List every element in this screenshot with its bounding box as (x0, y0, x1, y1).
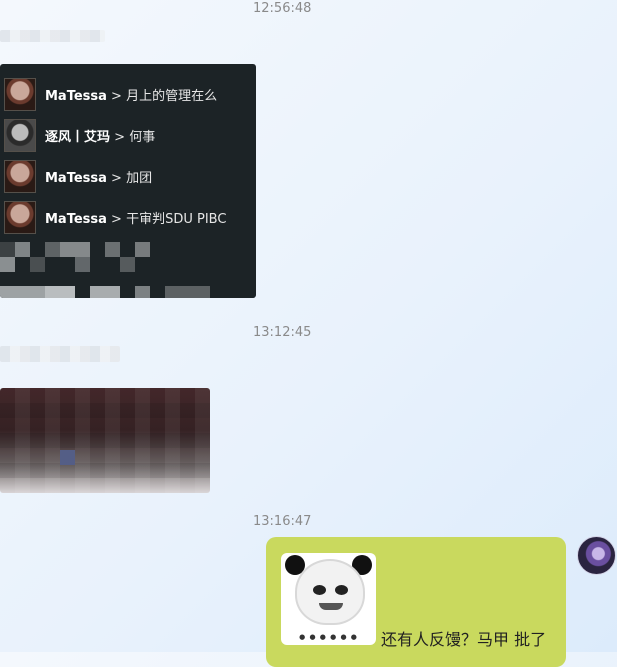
panda-meme-sticker[interactable]: ● ● ● ● ● ● (281, 553, 376, 645)
sticker-caption: ● ● ● ● ● ● (299, 633, 358, 641)
chat-message: 何事 (129, 129, 156, 145)
image-message-game-chat[interactable]: MaTessa > 月上的管理在么 逐风丨艾玛 > 何事 MaTessa > 加… (0, 64, 256, 298)
character-portrait-icon (4, 77, 36, 111)
panda-meme-icon (295, 559, 365, 625)
user-avatar[interactable] (577, 536, 616, 575)
outgoing-message-text: 还有人反馒？马甲 批了 (381, 630, 547, 649)
character-portrait-icon (4, 159, 36, 193)
chat-speaker: MaTessa (45, 88, 107, 104)
chat-speaker: 逐风丨艾玛 (45, 129, 111, 145)
chat-message: 加团 (126, 170, 153, 186)
chat-message: 干审判SDU PIBC (126, 211, 227, 227)
image-message-redacted[interactable] (0, 388, 210, 493)
character-portrait-icon (4, 200, 36, 234)
sender-name-redacted (0, 30, 105, 42)
sender-name-redacted (0, 346, 120, 362)
timestamp: 13:12:45 (253, 325, 312, 340)
timestamp: 13:16:47 (253, 514, 312, 529)
chat-speaker: MaTessa (45, 211, 107, 227)
game-chat-row: 逐风丨艾玛 > 何事 (4, 117, 155, 153)
timestamp: 12:56:48 (253, 1, 312, 16)
character-portrait-icon (4, 118, 36, 152)
game-chat-row: MaTessa > 加团 (4, 158, 152, 194)
chat-message: 月上的管理在么 (126, 88, 218, 104)
game-chat-row: MaTessa > 月上的管理在么 (4, 76, 217, 112)
game-chat-row: MaTessa > 干审判SDU PIBC (4, 199, 226, 235)
chat-speaker: MaTessa (45, 170, 107, 186)
